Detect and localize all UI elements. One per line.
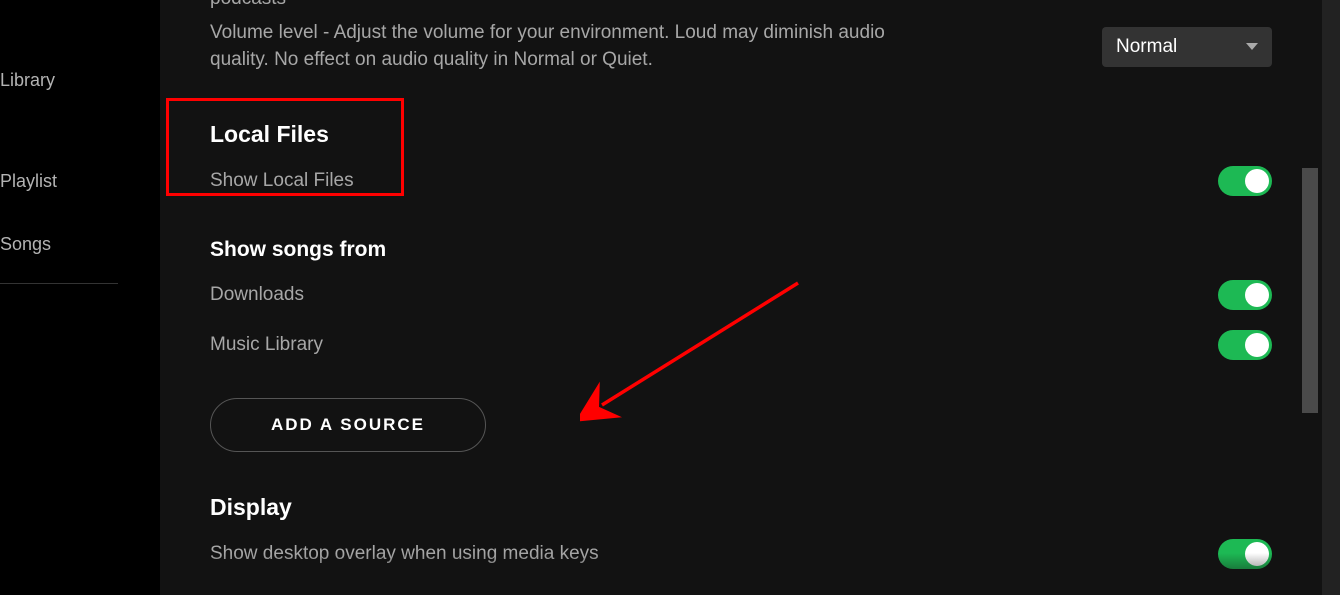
source-downloads-row: Downloads (210, 280, 1272, 310)
chevron-down-icon (1246, 43, 1258, 50)
local-files-section: Local Files Show Local Files (210, 121, 1272, 196)
show-local-files-label: Show Local Files (210, 168, 354, 195)
source-music-library-toggle[interactable] (1218, 330, 1272, 360)
sidebar-divider (0, 283, 118, 284)
scrollbar-track[interactable] (1302, 0, 1318, 595)
add-source-button[interactable]: ADD A SOURCE (210, 398, 486, 452)
local-files-title: Local Files (210, 121, 1272, 148)
sidebar-item-songs[interactable]: Songs (0, 224, 160, 265)
volume-selected-value: Normal (1116, 36, 1177, 58)
volume-description: Volume level - Adjust the volume for you… (210, 20, 910, 73)
window-edge (1322, 0, 1340, 595)
source-downloads-label: Downloads (210, 282, 304, 309)
source-music-library-row: Music Library (210, 330, 1272, 360)
podcasts-row-partial: podcasts (210, 0, 1272, 10)
sidebar: Library Playlist Songs (0, 0, 160, 595)
settings-panel: podcasts Volume level - Adjust the volum… (160, 0, 1322, 595)
show-songs-from-title: Show songs from (210, 238, 1272, 262)
show-local-files-toggle[interactable] (1218, 166, 1272, 196)
volume-level-select[interactable]: Normal (1102, 27, 1272, 67)
source-music-library-label: Music Library (210, 332, 323, 359)
volume-level-row: Volume level - Adjust the volume for you… (210, 20, 1272, 73)
bottom-gradient (160, 553, 1322, 595)
sidebar-item-library[interactable]: Library (0, 60, 160, 101)
scrollbar-thumb[interactable] (1302, 168, 1318, 413)
source-downloads-toggle[interactable] (1218, 280, 1272, 310)
show-local-files-row: Show Local Files (210, 166, 1272, 196)
display-title: Display (210, 494, 1272, 521)
sidebar-item-playlist[interactable]: Playlist (0, 161, 160, 202)
